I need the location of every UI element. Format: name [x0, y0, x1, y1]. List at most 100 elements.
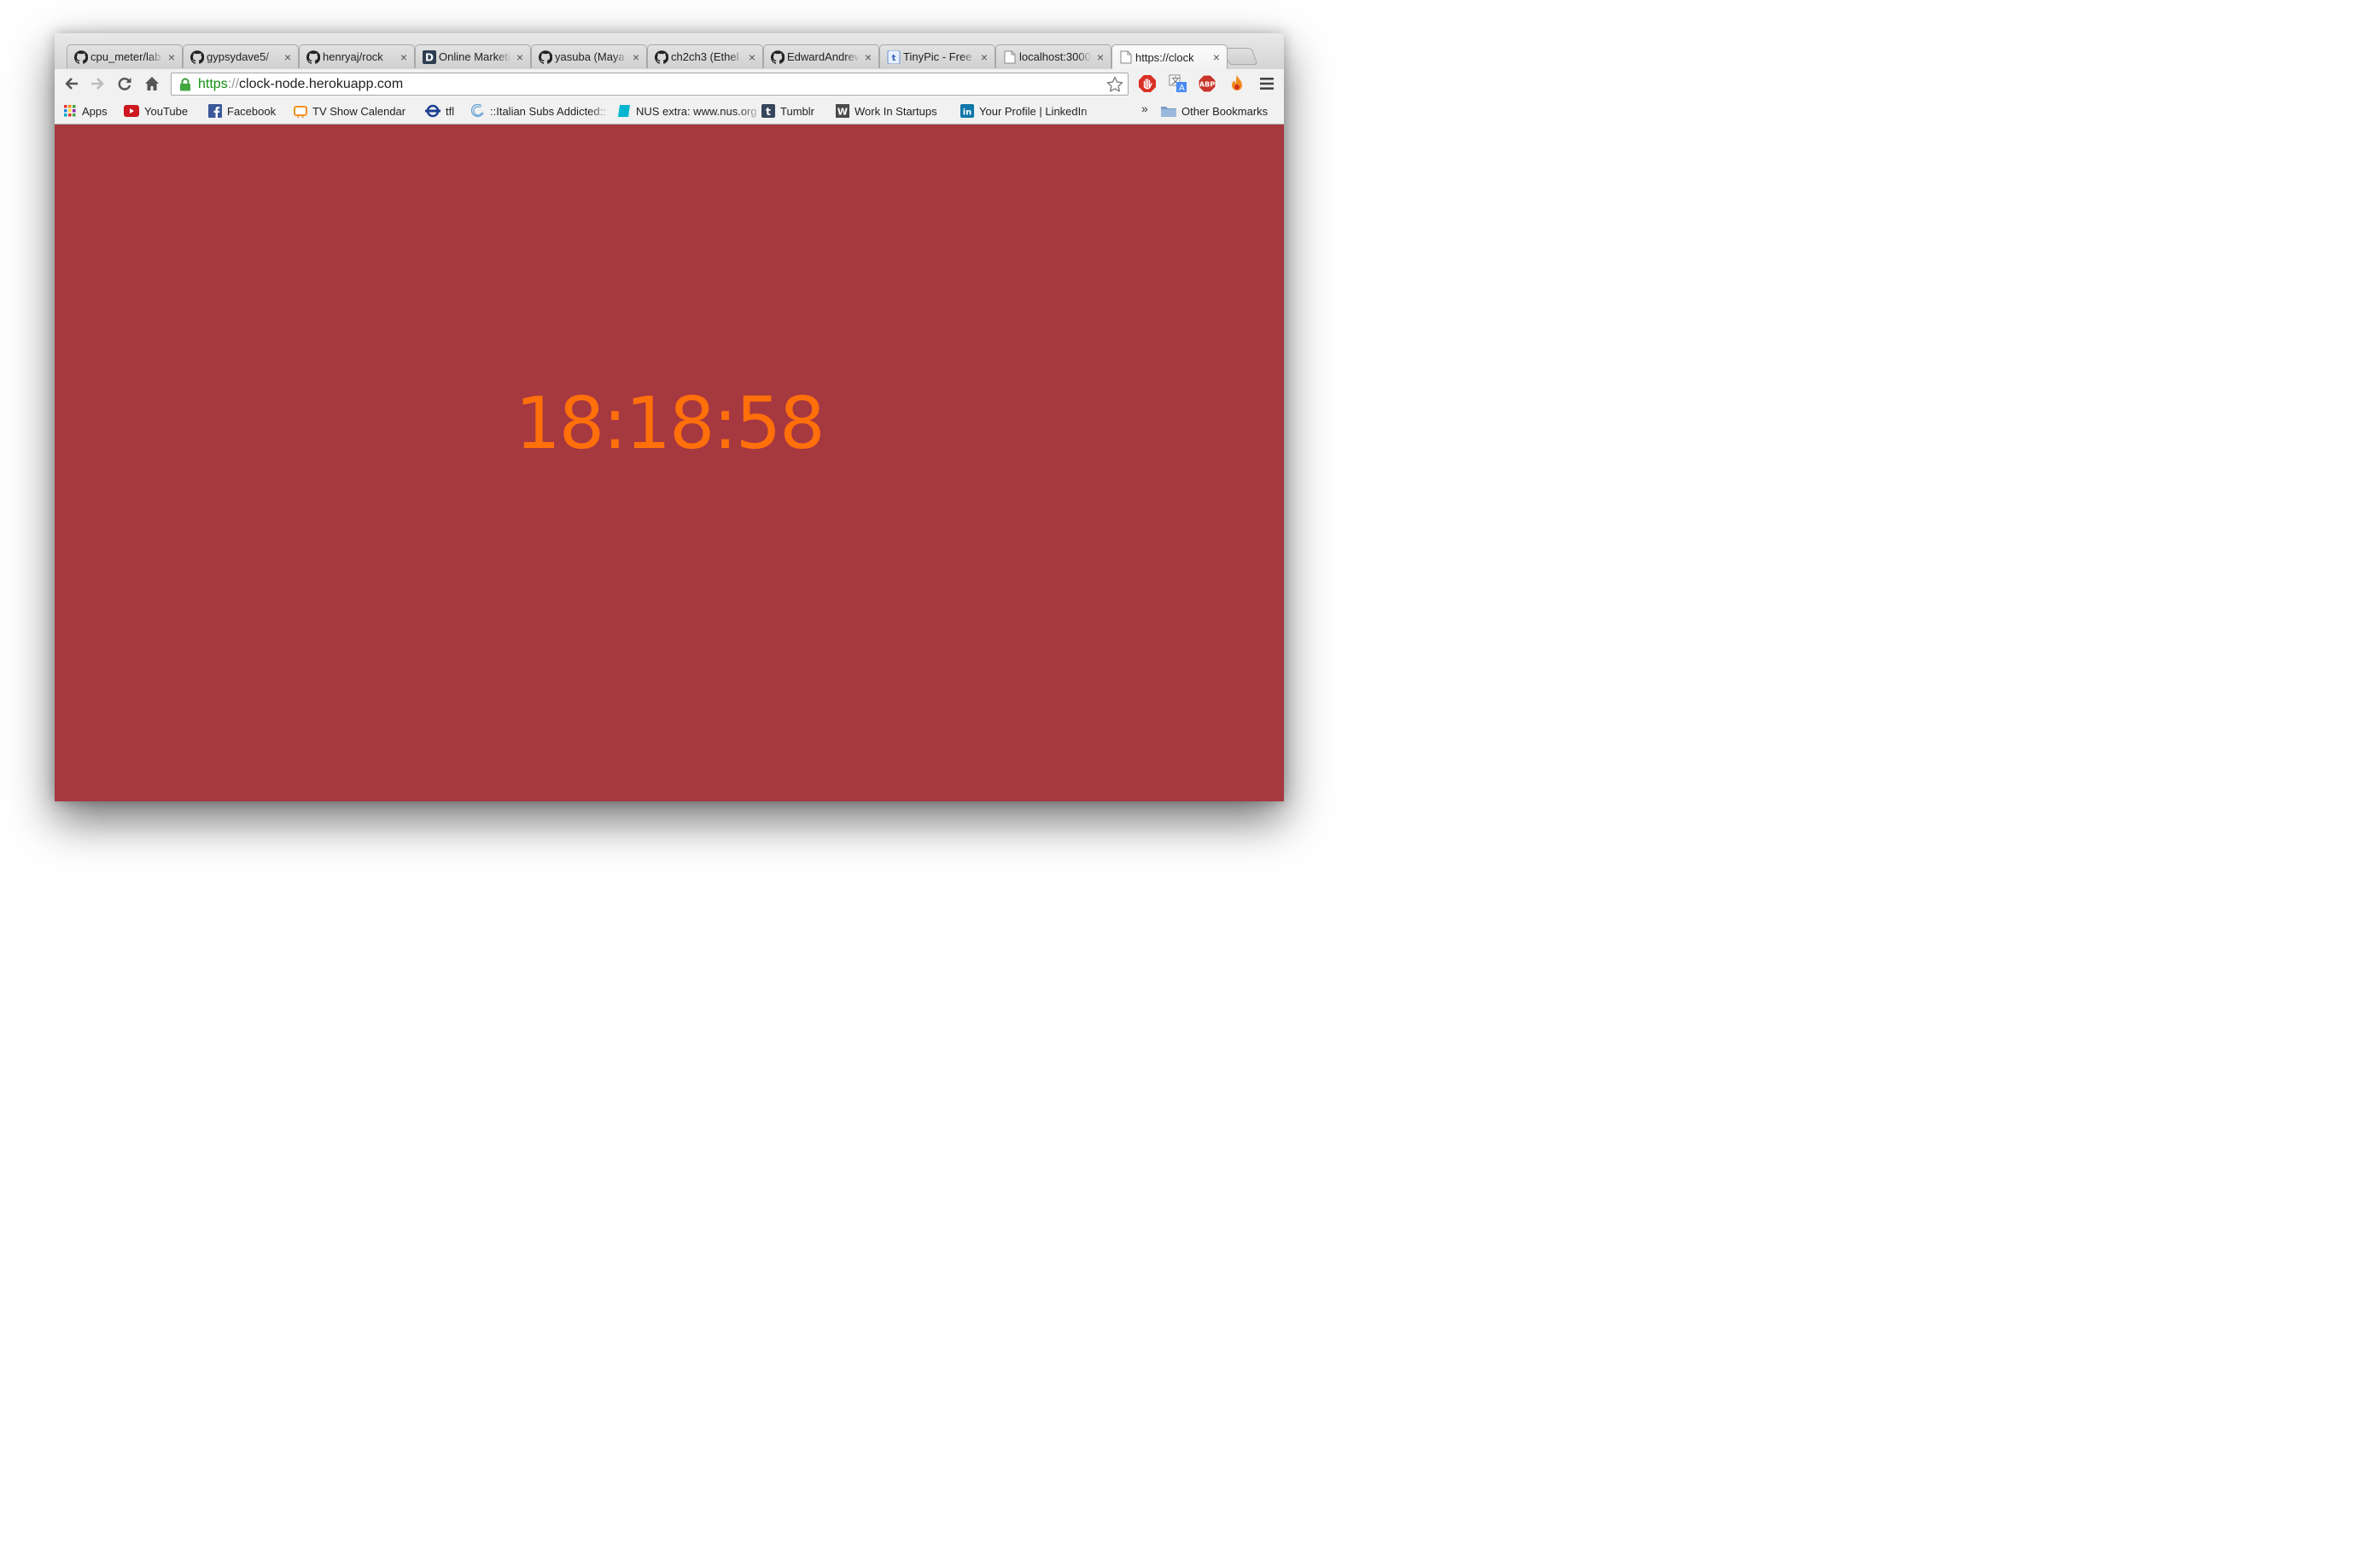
page-icon [1119, 50, 1133, 64]
tab-close-icon[interactable]: × [1211, 51, 1222, 63]
url-host: clock-node.herokuapp.com [239, 76, 404, 91]
github-icon [74, 49, 88, 64]
tab[interactable]: henryaj/rock × [299, 44, 415, 68]
back-arrow-icon [65, 78, 78, 90]
reload-button[interactable] [114, 73, 135, 94]
youtube-icon [124, 104, 139, 118]
tab-close-icon[interactable]: × [515, 51, 525, 63]
bookmark-item[interactable]: Facebook [208, 102, 276, 119]
bookmark-item[interactable]: YouTube [124, 102, 188, 119]
linkedin-icon: in [960, 104, 974, 118]
tab-title: localhost:3000 [1019, 50, 1091, 63]
github-icon [539, 49, 552, 64]
tab[interactable]: yasuba (Maya × [531, 44, 647, 68]
browser-window: cpu_meter/lab × gypsydave5/× henryaj/rock × D… [55, 33, 1284, 801]
svg-text:t: t [892, 54, 896, 63]
toolbar: https://clock-node.herokuapp.com 文A ABP [55, 69, 1284, 98]
bookmark-item[interactable]: W Work In Startups [836, 102, 937, 119]
github-icon [190, 49, 204, 64]
nus-icon [617, 104, 631, 118]
svg-text:W: W [837, 107, 848, 118]
tab-title: cpu_meter/lab [90, 50, 161, 63]
bookmark-item[interactable]: in Your Profile | LinkedIn [960, 102, 1107, 119]
tab-close-icon[interactable]: × [283, 51, 293, 63]
home-button[interactable] [142, 73, 162, 94]
bookmark-star-icon[interactable] [1106, 76, 1123, 93]
tab-close-icon[interactable]: × [166, 51, 177, 63]
tab-title: TinyPic - Free [903, 50, 972, 63]
tab-title: ch2ch3 (Ethel [671, 50, 739, 63]
facebook-icon [208, 104, 222, 118]
bookmark-item[interactable]: t Tumblr [761, 102, 814, 119]
svg-text:A: A [1179, 84, 1185, 93]
tab-active[interactable]: https://clock × [1111, 44, 1228, 69]
italian-subs-icon [471, 104, 485, 118]
bookmarks-overflow-chevron[interactable]: » [1141, 102, 1148, 115]
tab-close-icon[interactable]: × [1095, 51, 1105, 63]
forward-arrow-icon [91, 78, 104, 90]
back-button[interactable] [61, 73, 82, 94]
tinypic-icon: t [887, 49, 901, 64]
other-bookmarks[interactable]: Other Bookmarks [1161, 102, 1268, 119]
chrome-menu-button[interactable] [1257, 73, 1277, 94]
folder-icon [1161, 104, 1176, 118]
tab-close-icon[interactable]: × [631, 51, 641, 63]
tab-strip: cpu_meter/lab × gypsydave5/× henryaj/rock × D… [55, 33, 1284, 70]
translate-icon: 文A [1169, 74, 1187, 93]
tab-close-icon[interactable]: × [399, 51, 409, 63]
tab[interactable]: cpu_meter/lab × [67, 44, 183, 68]
tab-close-icon[interactable]: × [747, 51, 757, 63]
apps-grid-icon [63, 104, 77, 118]
tab[interactable]: D Online Marketing × [415, 44, 531, 68]
forward-button[interactable] [87, 73, 108, 94]
adblock-plus-extension[interactable]: ABP [1197, 73, 1217, 94]
tab-title: gypsydave5/ [207, 50, 269, 63]
tfl-roundel-icon [425, 104, 440, 118]
bookmark-label: tfl [446, 104, 455, 118]
bookmark-label: Your Profile | LinkedIn [979, 104, 1088, 118]
stop-hand-extension[interactable] [1137, 73, 1158, 94]
bookmarks-bar: Apps YouTube Facebook TV Show Calendar tfl::… [55, 98, 1284, 124]
bookmark-label: Work In Startups [855, 104, 937, 118]
tab-close-icon[interactable]: × [863, 51, 873, 63]
bookmark-label: YouTube [144, 104, 189, 118]
tab[interactable]: t TinyPic - Free × [879, 44, 995, 68]
tab-title: henryaj/rock [323, 50, 383, 63]
reload-icon [118, 78, 131, 90]
page-content: 18:18:58 [55, 125, 1284, 801]
url-scheme: https [198, 76, 228, 91]
bookmark-label: Apps [82, 104, 108, 118]
lock-icon [178, 77, 193, 92]
adblock-plus-label: ABP [1199, 81, 1215, 89]
bookmark-item[interactable]: ::Italian Subs Addicted:: [471, 102, 614, 119]
page-icon [1003, 50, 1017, 64]
new-tab-button[interactable] [1222, 48, 1258, 65]
tumblr-icon: t [761, 104, 775, 118]
menu-icon [1260, 78, 1274, 90]
flame-extension[interactable] [1227, 73, 1247, 94]
bookmark-item[interactable]: Apps [63, 102, 108, 119]
tab-title: yasuba (Maya [555, 50, 625, 63]
bookmark-label: NUS extra: www.nus.org [636, 104, 757, 118]
translate-extension[interactable]: 文A [1168, 73, 1188, 94]
github-icon [655, 49, 668, 64]
tab-title: EdwardAndrews [787, 50, 860, 63]
tab[interactable]: ch2ch3 (Ethel × [647, 44, 763, 68]
tab[interactable]: EdwardAndrews× [763, 44, 879, 68]
tab-title: https://clock [1135, 50, 1194, 64]
bookmark-item[interactable]: tfl [425, 102, 454, 119]
home-icon [145, 77, 159, 90]
d-icon: D [423, 49, 436, 64]
bookmark-label: Facebook [227, 104, 277, 118]
workinstartups-icon: W [836, 104, 849, 118]
tab-title: Online Marketing [439, 50, 511, 63]
address-bar[interactable]: https://clock-node.herokuapp.com [171, 73, 1129, 96]
svg-text:in: in [963, 108, 972, 118]
tab[interactable]: localhost:3000 × [995, 44, 1111, 68]
bookmark-item[interactable]: NUS extra: www.nus.org [617, 102, 764, 119]
other-bookmarks-label: Other Bookmarks [1181, 104, 1269, 118]
tab-close-icon[interactable]: × [979, 51, 989, 63]
svg-text:D: D [425, 51, 434, 63]
tab[interactable]: gypsydave5/ × [183, 44, 299, 68]
bookmark-item[interactable]: TV Show Calendar [294, 102, 405, 119]
